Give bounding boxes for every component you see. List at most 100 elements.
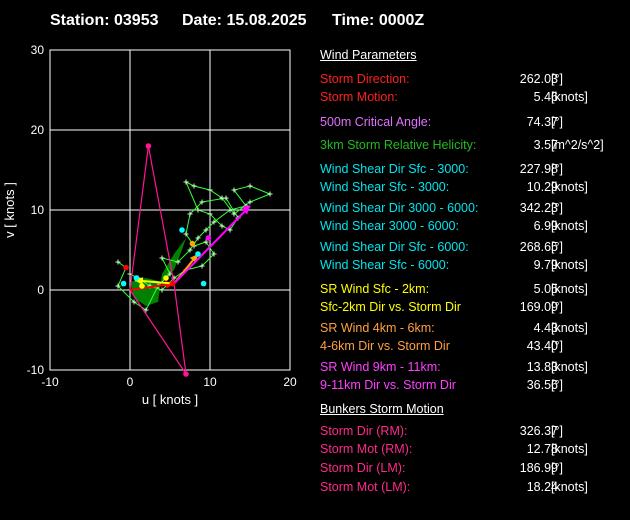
data-point [139,283,145,289]
y-tick-label: 30 [31,43,45,57]
parameter-unit: [°] [551,424,563,438]
parameter-row: Wind Shear Dir Sfc - 6000: 268.65 [°] [320,240,630,256]
data-point [123,264,129,271]
parameter-unit: [°] [551,300,563,314]
parameter-label: 9-11km Dir vs. Storm Dir [320,378,456,392]
parameter-unit: [°] [551,72,563,86]
parameter-row: Storm Mot (RM): 12.78 [knots] [320,442,630,458]
parameter-label: SR Wind 9km - 11km: [320,360,441,374]
y-tick-label: -10 [27,363,45,377]
parameter-label: Wind Shear Sfc - 6000: [320,258,450,272]
parameter-unit: [knots] [551,360,588,374]
shaded-area [130,238,186,306]
parameter-label: Wind Shear Sfc - 3000: [320,180,450,194]
arrow-shaft [173,205,251,285]
hodograph-point [223,195,229,201]
parameter-row: 3km Storm Relative Helicity: 3.57 [m^2/s^2… [320,138,630,154]
data-point [189,240,196,247]
marker-layer [120,143,249,377]
x-tick-label: 20 [283,375,297,389]
parameter-label: Wind Shear 3000 - 6000: [320,219,459,233]
x-tick-label: -10 [41,375,59,389]
parameter-unit: [knots] [551,90,588,104]
parameter-unit: [m^2/s^2] [551,138,604,152]
parameter-unit: [knots] [551,219,588,233]
bunkers-line [129,145,149,291]
data-point [169,280,176,287]
wind-parameters-title: Wind Parameters [320,48,417,62]
data-point [163,275,169,281]
parameter-unit: [°] [551,115,563,129]
data-point [243,205,249,212]
parameter-label: 3km Storm Relative Helicity: [320,138,477,152]
parameter-label: 500m Critical Angle: [320,115,432,129]
parameter-unit: [knots] [551,480,588,494]
hodograph-chart: -10 0 10 20 -10 0 10 20 30 u [ knots ] v [ knots… [2,43,297,407]
data-point [145,143,152,149]
y-tick-label: 0 [37,283,44,297]
hodograph-point [191,183,197,189]
data-point [195,251,201,257]
bunkers-title: Bunkers Storm Motion [320,402,444,416]
parameter-row: 9-11km Dir vs. Storm Dir 36.56 [°] [320,378,630,394]
chart-grid [49,49,291,371]
y-axis-label: v [ knots ] [2,182,17,238]
date-label: Date: 15.08.2025 [182,12,307,29]
parameter-row: 500m Critical Angle: 74.37 [°] [320,115,630,131]
parameter-row: Storm Motion: 5.46 [knots] [320,90,630,106]
x-tick-label: 10 [203,375,217,389]
parameter-unit: [°] [551,201,563,215]
parameter-row: Storm Direction: 262.03 [°] [320,72,630,88]
header: Station: 03953 Date: 15.08.2025 Time: 00… [0,12,630,36]
parameter-label: SR Wind 4km - 6km: [320,321,435,335]
parameter-row: SR Wind 9km - 11km: 13.83 [knots] [320,360,630,376]
shaded-area-layer [130,238,186,306]
parameter-unit: [knots] [551,258,588,272]
parameter-label: 4-6km Dir vs. Storm Dir [320,339,450,353]
parameter-row: Sfc-2km Dir vs. Storm Dir 169.09 [°] [320,300,630,316]
x-tick-label: 0 [127,375,134,389]
station-label: Station: 03953 [50,12,159,29]
parameter-row: SR Wind Sfc - 2km: 5.05 [knots] [320,282,630,298]
parameter-label: Wind Shear Dir 3000 - 6000: [320,201,479,215]
parameter-label: Storm Dir (RM): [320,424,408,438]
hodograph-point [247,183,253,189]
data-point [179,227,185,233]
hodograph-point [183,179,189,185]
parameter-label: Storm Dir (LM): [320,461,406,475]
data-point [200,280,207,287]
data-point [205,235,212,241]
bunkers-line [173,283,187,375]
parameter-label: SR Wind Sfc - 2km: [320,282,430,296]
data-point [183,371,189,377]
bunkers-line [147,145,175,284]
parameter-row: SR Wind 4km - 6km: 4.43 [knots] [320,321,630,337]
time-label: Time: 0000Z [332,12,425,29]
parameter-row: Wind Shear Dir Sfc - 3000: 227.98 [°] [320,162,630,178]
parameter-unit: [knots] [551,442,588,456]
parameter-row: Wind Shear Sfc - 6000: 9.79 [knots] [320,258,630,274]
parameter-unit: [°] [551,378,563,392]
parameter-label: Sfc-2km Dir vs. Storm Dir [320,300,461,314]
y-tick-label: 10 [31,203,45,217]
parameter-row: Storm Dir (LM): 186.99 [°] [320,461,630,477]
parameter-label: Wind Shear Dir Sfc - 3000: [320,162,469,176]
parameter-unit: [knots] [551,282,588,296]
parameter-unit: [°] [551,339,563,353]
parameter-label: Storm Mot (LM): [320,480,411,494]
parameter-row: 4-6km Dir vs. Storm Dir 43.40 [°] [320,339,630,355]
hodograph-point [159,255,165,261]
y-tick-label: 20 [31,123,45,137]
x-axis-label: u [ knots ] [142,392,198,407]
hodograph-point [267,191,273,197]
parameter-unit: [°] [551,461,563,475]
parameter-row: Storm Mot (LM): 18.24 [knots] [320,480,630,496]
data-point [120,280,127,287]
parameter-row: Wind Shear Sfc - 3000: 10.29 [knots] [320,180,630,196]
parameter-label: Wind Shear Dir Sfc - 6000: [320,240,469,254]
bunkers-line [129,289,187,375]
parameter-row: Storm Dir (RM): 326.37 [°] [320,424,630,440]
parameter-label: Storm Motion: [320,90,398,104]
parameter-row: Wind Shear 3000 - 6000: 6.99 [knots] [320,219,630,235]
parameter-label: Storm Direction: [320,72,410,86]
